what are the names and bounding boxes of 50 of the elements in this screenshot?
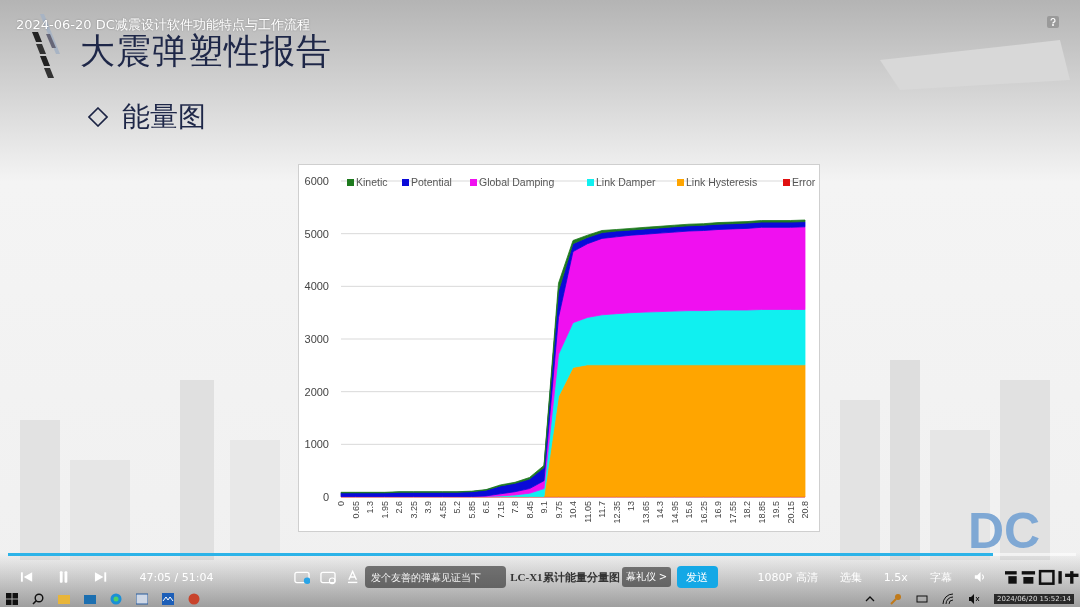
time-display: 47:05 / 51:04	[139, 570, 214, 584]
x-tick-label: 6.5	[481, 501, 491, 514]
legend-label: Link Damper	[596, 176, 656, 188]
x-tick-label: 17.55	[727, 501, 738, 524]
x-tick-label: 18.2	[742, 501, 752, 519]
x-tick-label: 9.1	[539, 501, 549, 514]
x-tick-label: 5.85	[466, 501, 477, 519]
legend-label: Potential	[411, 176, 452, 188]
x-tick-label: 16.9	[713, 501, 723, 519]
legend-label: Global Damping	[479, 176, 555, 188]
corner-logo: DC	[968, 502, 1041, 560]
y-tick-label: 0	[322, 491, 329, 503]
legend-label: Kinetic	[356, 176, 388, 188]
y-tick-label: 2000	[304, 385, 329, 398]
x-tick-label: 12.35	[611, 501, 622, 524]
x-tick-label: 16.25	[698, 501, 709, 524]
x-tick-label: 11.7	[597, 501, 607, 518]
slide-subtitle: 能量图	[122, 99, 206, 135]
x-tick-label: 5.2	[452, 501, 462, 514]
x-tick-label: 14.95	[669, 501, 680, 524]
x-tick-label: 14.3	[655, 501, 665, 519]
x-tick-label: 7.15	[495, 501, 506, 519]
x-tick-label: 1.3	[365, 501, 375, 514]
x-tick-label: 13	[626, 501, 636, 511]
x-tick-label: 13.65	[640, 501, 651, 524]
x-tick-label: 4.55	[437, 501, 448, 519]
x-tick-label: 9.75	[553, 501, 564, 519]
x-tick-label: 18.85	[756, 501, 767, 524]
x-tick-label: 20.15	[785, 501, 796, 524]
x-tick-label: 8.45	[524, 501, 535, 519]
x-tick-label: 10.4	[568, 501, 578, 519]
x-tick-label: 19.5	[771, 501, 781, 519]
y-tick-label: 1000	[304, 438, 329, 451]
x-tick-label: 20.8	[800, 501, 810, 519]
x-tick-label: 3.25	[408, 501, 419, 519]
x-tick-label: 1.95	[379, 501, 390, 519]
y-tick-label: 5000	[304, 227, 329, 240]
legend-label: Link Hysteresis	[686, 176, 758, 188]
x-tick-label: 0.65	[350, 501, 361, 519]
x-tick-label: 2.6	[394, 501, 404, 514]
x-tick-label: 11.05	[582, 501, 593, 523]
x-tick-label: 3.9	[423, 501, 433, 514]
x-tick-label: 15.6	[684, 501, 694, 519]
chart-caption: LC-X1累计能量分量图	[510, 569, 620, 585]
x-tick-label: 7.8	[510, 501, 520, 514]
y-tick-label: 6000	[304, 175, 329, 187]
y-tick-label: 4000	[304, 280, 329, 293]
y-tick-label: 3000	[304, 333, 329, 345]
legend-label: Error	[792, 176, 816, 188]
x-tick-label: 0	[336, 501, 346, 506]
